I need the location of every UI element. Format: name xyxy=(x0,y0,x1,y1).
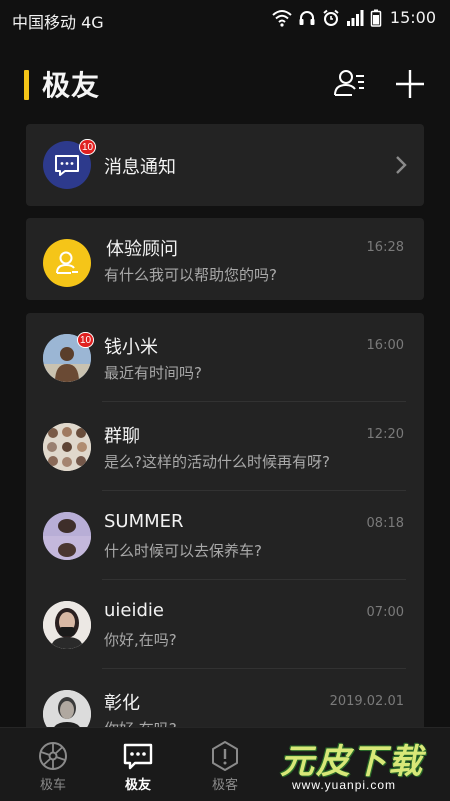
chat-time: 07:00 xyxy=(366,605,404,620)
notice-badge: 10 xyxy=(79,139,97,155)
chat-time: 16:00 xyxy=(366,338,404,353)
chat-name: uieidie xyxy=(104,600,164,621)
alarm-icon xyxy=(322,9,340,27)
chat-name: 钱小米 xyxy=(104,337,158,358)
battery-icon xyxy=(370,9,382,27)
advisor-time: 16:28 xyxy=(366,240,404,255)
add-button[interactable] xyxy=(390,64,430,104)
wifi-icon xyxy=(272,9,292,27)
chat-time: 12:20 xyxy=(366,427,404,442)
tab-label: 极车 xyxy=(39,778,66,793)
chat-message: 什么时候可以去保养车? xyxy=(104,542,262,560)
chat-row[interactable]: SUMMER 什么时候可以去保养车? 08:18 xyxy=(26,491,424,580)
tab-label: 极友 xyxy=(124,778,151,793)
tab-jiyou[interactable]: 极友 xyxy=(98,728,178,801)
title-accent-bar xyxy=(24,70,29,100)
chat-avatar xyxy=(43,512,91,560)
advisor-message: 有什么我可以帮助您的吗? xyxy=(104,266,277,284)
signal-icon xyxy=(346,9,364,27)
chat-message: 你好,在吗? xyxy=(104,631,177,649)
status-bar: 中国移动 4G 15:00 xyxy=(0,0,450,38)
notification-card[interactable]: 10 消息通知 xyxy=(26,124,424,206)
contacts-button[interactable] xyxy=(330,64,370,104)
chat-list: 10 钱小米 最近有时间吗? 16:00 群聊 是么?这样的活动什么时候再有呀?… xyxy=(26,313,424,743)
tab-jike[interactable]: 极客 xyxy=(185,728,265,801)
chat-time: 2019.02.01 xyxy=(329,694,404,709)
chevron-right-icon xyxy=(394,154,408,180)
info-shield-icon xyxy=(209,740,241,772)
contacts-list-icon xyxy=(330,64,370,104)
advisor-avatar xyxy=(43,239,91,287)
advisor-card[interactable]: 体验顾问 有什么我可以帮助您的吗? 16:28 xyxy=(26,218,424,300)
status-icons: 15:00 xyxy=(272,8,436,27)
message-bubble-icon xyxy=(43,155,91,189)
tab-jiche[interactable]: 极车 xyxy=(13,728,93,801)
notice-label: 消息通知 xyxy=(104,157,176,178)
advisor-name: 体验顾问 xyxy=(106,239,178,260)
plus-icon xyxy=(390,64,430,104)
chat-icon xyxy=(122,740,154,772)
chat-name: SUMMER xyxy=(104,511,184,532)
chat-avatar xyxy=(43,601,91,649)
advisor-person-icon xyxy=(43,251,91,287)
chat-message: 最近有时间吗? xyxy=(104,364,202,382)
clock: 15:00 xyxy=(389,8,436,27)
chat-time: 08:18 xyxy=(366,516,404,531)
page-header: 极友 xyxy=(0,52,450,112)
tab-label: 极客 xyxy=(211,778,238,793)
group-chat-avatar xyxy=(43,423,91,471)
chat-name: 彰化 xyxy=(104,693,140,714)
chat-name: 群聊 xyxy=(104,426,140,447)
wheel-icon xyxy=(37,740,69,772)
bottom-tab-bar: 极车 极友 极客 xyxy=(0,727,450,801)
chat-row[interactable]: uieidie 你好,在吗? 07:00 xyxy=(26,580,424,669)
headphones-icon xyxy=(298,9,316,27)
carrier-label: 中国移动 4G xyxy=(12,13,104,32)
chat-badge: 10 xyxy=(77,332,95,348)
chat-message: 是么?这样的活动什么时候再有呀? xyxy=(104,453,330,471)
chat-row[interactable]: 群聊 是么?这样的活动什么时候再有呀? 12:20 xyxy=(26,402,424,491)
chat-row[interactable]: 10 钱小米 最近有时间吗? 16:00 xyxy=(26,313,424,402)
page-title: 极友 xyxy=(42,69,101,102)
